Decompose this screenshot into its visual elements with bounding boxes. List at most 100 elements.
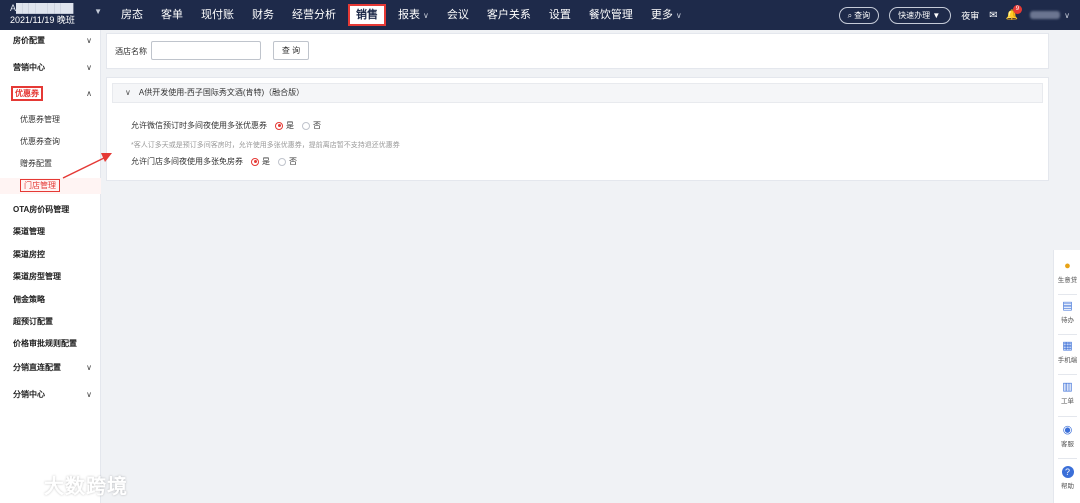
store-settings-panel: ∨ A供开发使用-西子国际秀文酒(肯特)（融合版） 允许微信预订时多间夜使用多张优… bbox=[106, 77, 1049, 181]
sidebar-subitem-coupon-query[interactable]: 优惠券查询 bbox=[0, 134, 101, 150]
sidebar: 房价配置 ∨ 营销中心 ∨ 优惠券 ∧ 优惠券管理 优惠券查询 赠券配置 门店管理 O… bbox=[0, 30, 101, 503]
rail-label: 客服 bbox=[1061, 441, 1074, 448]
night-audit-link[interactable]: 夜审 bbox=[961, 9, 979, 22]
search-icon: ⌕ bbox=[847, 10, 853, 20]
nav-settings[interactable]: 设置 bbox=[540, 0, 580, 30]
sidebar-item-label: 价格审批规则配置 bbox=[13, 339, 77, 348]
radio-no[interactable] bbox=[278, 157, 286, 166]
main-nav: 房态 客单 现付账 财务 经营分析 销售 报表 ∨ 会议 客户关系 设置 餐饮管理… bbox=[112, 0, 691, 30]
rail-label: 待办 bbox=[1061, 317, 1074, 324]
rail-label: 工单 bbox=[1061, 398, 1074, 405]
radio-no-label: 否 bbox=[313, 121, 321, 130]
rail-label: 手机端 bbox=[1057, 357, 1078, 364]
nav-sales[interactable]: 销售 bbox=[348, 4, 386, 26]
hotel-name-input[interactable] bbox=[151, 41, 261, 60]
business-date-shift: 2021/11/19 晚班 bbox=[10, 15, 75, 25]
chevron-down-icon: ∨ bbox=[675, 11, 682, 20]
rail-work-order[interactable]: ▥ 工单 bbox=[1054, 377, 1080, 417]
sidebar-item-label: 渠道管理 bbox=[13, 227, 45, 236]
sidebar-subitem-store-management[interactable]: 门店管理 bbox=[0, 178, 101, 194]
radio-yes[interactable] bbox=[275, 121, 283, 130]
quick-pill-label: 快速办理 bbox=[898, 10, 931, 20]
nav-room-status[interactable]: 房态 bbox=[112, 0, 152, 30]
chevron-down-icon: ▼ bbox=[94, 7, 102, 16]
nav-label: 设置 bbox=[548, 9, 571, 21]
chevron-down-icon: ∨ bbox=[86, 63, 92, 72]
nav-crm[interactable]: 客户关系 bbox=[478, 0, 540, 30]
rail-divider bbox=[1058, 334, 1077, 335]
rail-todo[interactable]: ▤ 待办 bbox=[1054, 296, 1080, 336]
radio-yes[interactable] bbox=[251, 157, 259, 166]
store-collapse-header[interactable]: ∨ A供开发使用-西子国际秀文酒(肯特)（融合版） bbox=[112, 83, 1043, 103]
option-label: 允许微信预订时多间夜使用多张优惠券 bbox=[131, 121, 267, 130]
sidebar-subitem-label: 赠券配置 bbox=[20, 159, 52, 168]
sidebar-item-overbooking-config[interactable]: 超预订配置 bbox=[0, 313, 101, 331]
rail-divider bbox=[1058, 294, 1077, 295]
top-navigation-bar: A█████████ 2021/11/19 晚班 ▼ 房态 客单 现付账 财务 … bbox=[0, 0, 1080, 30]
chevron-down-icon: ∨ bbox=[423, 11, 429, 20]
sidebar-item-label: 优惠券 bbox=[11, 86, 43, 101]
nav-guest-orders[interactable]: 客单 bbox=[152, 0, 192, 30]
search-panel: 酒店名称 查 询 bbox=[106, 33, 1049, 69]
user-name[interactable] bbox=[1030, 11, 1061, 19]
quick-action-button[interactable]: 快速办理 ▼ bbox=[889, 6, 952, 24]
hotel-name: A█████████ bbox=[10, 3, 74, 13]
option-hint-text: *客人订多天或是预订多间客房时，允许使用多张优惠券，提前离店暂不支持退还优惠券 bbox=[131, 142, 400, 149]
bell-icon[interactable]: 🔔 9 bbox=[1006, 4, 1023, 21]
hotel-name-label: 酒店名称 bbox=[115, 47, 147, 56]
query-button[interactable]: 查 询 bbox=[273, 41, 309, 60]
sidebar-item-distribution-center[interactable]: 分销中心 ∨ bbox=[0, 386, 101, 404]
sidebar-item-label: 超预订配置 bbox=[13, 317, 53, 326]
nav-label: 现付账 bbox=[201, 9, 234, 21]
sidebar-subitem-gift-coupon-config[interactable]: 赠券配置 bbox=[0, 156, 101, 172]
chevron-down-icon[interactable]: ∨ bbox=[1064, 11, 1070, 20]
sidebar-subitem-coupon-management[interactable]: 优惠券管理 bbox=[0, 112, 101, 128]
sidebar-item-price-approval-rules[interactable]: 价格审批规则配置 bbox=[0, 335, 101, 353]
sidebar-subitem-label: 优惠券查询 bbox=[20, 137, 60, 146]
sidebar-item-label: 佣金策略 bbox=[13, 295, 45, 304]
caret-down-icon: ▼ bbox=[932, 10, 941, 20]
rail-business-loan[interactable]: ● 生意贷 bbox=[1054, 256, 1080, 296]
nav-label: 财务 bbox=[252, 9, 274, 21]
chevron-down-icon: ∨ bbox=[125, 88, 131, 97]
nav-more[interactable]: 更多 ∨ bbox=[642, 0, 691, 30]
nav-label: 更多 bbox=[650, 9, 673, 21]
sidebar-item-room-rate-config[interactable]: 房价配置 ∨ bbox=[0, 32, 101, 50]
nav-cash-account[interactable]: 现付账 bbox=[192, 0, 243, 30]
rail-mobile[interactable]: ▦ 手机端 bbox=[1054, 336, 1080, 376]
option-store-multi-free-room: 允许门店多间夜使用多张免房券 是 否 bbox=[131, 156, 297, 167]
sidebar-item-ota-rate-code[interactable]: OTA房价码管理 bbox=[0, 201, 101, 219]
global-search-button[interactable]: ⌕ 查询 bbox=[838, 6, 880, 24]
rail-customer-service[interactable]: ◉ 客服 bbox=[1054, 420, 1080, 460]
sidebar-item-channel-management[interactable]: 渠道管理 bbox=[0, 223, 101, 241]
nav-meetings[interactable]: 会议 bbox=[438, 0, 478, 30]
nav-catering[interactable]: 餐饮管理 bbox=[580, 0, 642, 30]
ticket-icon: ▥ bbox=[1062, 381, 1073, 393]
nav-reports[interactable]: 报表 ∨ bbox=[389, 0, 438, 30]
sidebar-item-coupons[interactable]: 优惠券 ∧ bbox=[0, 85, 101, 103]
rail-divider bbox=[1058, 458, 1077, 459]
nav-label: 房态 bbox=[121, 9, 143, 21]
right-tool-rail: ● 生意贷 ▤ 待办 ▦ 手机端 ▥ 工单 ◉ 客服 ? 帮助 bbox=[1053, 250, 1080, 503]
sidebar-item-channel-room-type[interactable]: 渠道房型管理 bbox=[0, 268, 101, 286]
nav-finance[interactable]: 财务 bbox=[243, 0, 283, 30]
radio-no[interactable] bbox=[302, 121, 310, 130]
watermark: 大数跨境 bbox=[10, 470, 128, 499]
annotation-arrow bbox=[62, 153, 112, 179]
sidebar-subitem-label: 优惠券管理 bbox=[20, 115, 60, 124]
rail-divider bbox=[1058, 374, 1077, 375]
sidebar-item-distribution-direct-config[interactable]: 分销直连配置 ∨ bbox=[0, 359, 101, 377]
help-icon: ? bbox=[1061, 466, 1074, 478]
nav-label: 餐饮管理 bbox=[588, 9, 633, 21]
option-wechat-multi-coupon: 允许微信预订时多间夜使用多张优惠券 是 否 bbox=[131, 120, 321, 131]
rail-help[interactable]: ? 帮助 bbox=[1054, 462, 1080, 502]
sidebar-item-marketing-center[interactable]: 营销中心 ∨ bbox=[0, 59, 101, 77]
hotel-switcher[interactable]: A█████████ 2021/11/19 晚班 ▼ bbox=[0, 0, 108, 30]
chat-icon[interactable]: ✉ bbox=[989, 10, 997, 21]
nav-label: 客单 bbox=[161, 9, 183, 21]
nav-business-analysis[interactable]: 经营分析 bbox=[283, 0, 345, 30]
sidebar-item-commission-strategy[interactable]: 佣金策略 bbox=[0, 291, 101, 309]
sidebar-item-channel-room-control[interactable]: 渠道房控 bbox=[0, 246, 101, 264]
sidebar-item-label: 分销中心 bbox=[13, 390, 45, 399]
store-title: A供开发使用-西子国际秀文酒(肯特)（融合版） bbox=[138, 88, 305, 97]
